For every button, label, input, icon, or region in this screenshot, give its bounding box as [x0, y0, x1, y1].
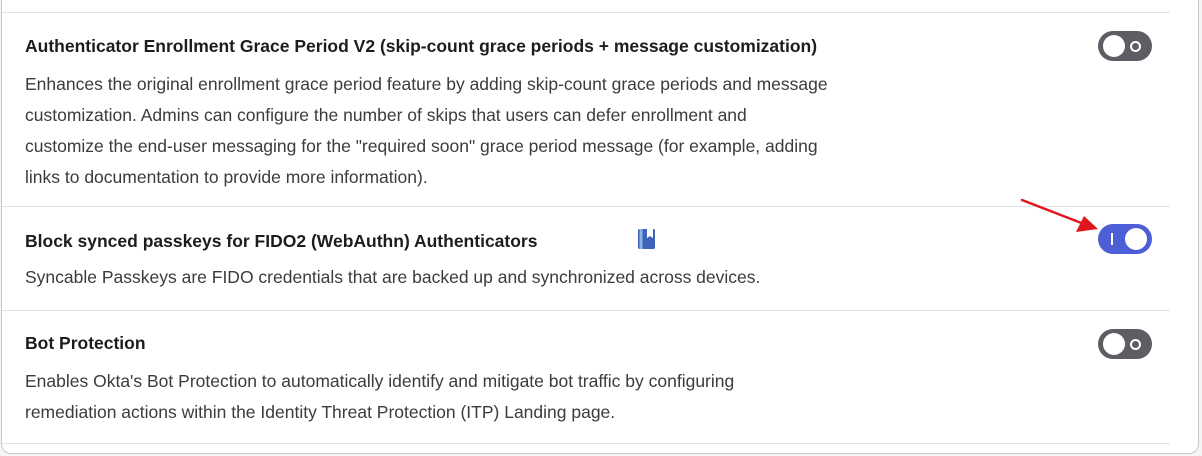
feature-toggle-bot-protection[interactable]	[1098, 329, 1152, 359]
feature-title: Authenticator Enrollment Grace Period V2…	[25, 36, 818, 56]
feature-row-grace-period-v2: Authenticator Enrollment Grace Period V2…	[2, 13, 1170, 207]
feature-toggle-grace-period-v2[interactable]	[1098, 31, 1152, 61]
feature-description: Enables Okta's Bot Protection to automat…	[25, 366, 1025, 428]
toggle-knob	[1125, 228, 1147, 250]
feature-title: Block synced passkeys for FIDO2 (WebAuth…	[25, 231, 538, 251]
feature-row-block-synced-passkeys: Block synced passkeys for FIDO2 (WebAuth…	[2, 207, 1170, 311]
book-icon[interactable]	[638, 229, 655, 249]
feature-list-panel: Authenticator Enrollment Grace Period V2…	[1, 0, 1199, 454]
feature-title: Bot Protection	[25, 333, 146, 353]
description-line: links to documentation to provide more i…	[25, 167, 428, 187]
description-line: customize the end-user messaging for the…	[25, 136, 818, 156]
toggle-on-indicator-icon	[1111, 233, 1113, 245]
feature-description: Syncable Passkeys are FIDO credentials t…	[25, 262, 1025, 293]
toggle-knob	[1103, 333, 1125, 355]
feature-row-bot-protection: Bot Protection Enables Okta's Bot Protec…	[2, 311, 1170, 444]
description-line: Syncable Passkeys are FIDO credentials t…	[25, 267, 761, 287]
description-line: remediation actions within the Identity …	[25, 402, 616, 422]
toggle-off-indicator-icon	[1130, 40, 1141, 52]
description-line: Enhances the original enrollment grace p…	[25, 74, 828, 94]
feature-toggle-block-synced-passkeys[interactable]	[1098, 224, 1152, 254]
description-line: Enables Okta's Bot Protection to automat…	[25, 371, 735, 391]
toggle-knob	[1103, 35, 1125, 57]
description-line: customization. Admins can configure the …	[25, 105, 747, 125]
feature-description: Enhances the original enrollment grace p…	[25, 69, 1025, 193]
annotation-arrow-icon	[1020, 198, 1098, 232]
toggle-off-indicator-icon	[1130, 338, 1141, 350]
